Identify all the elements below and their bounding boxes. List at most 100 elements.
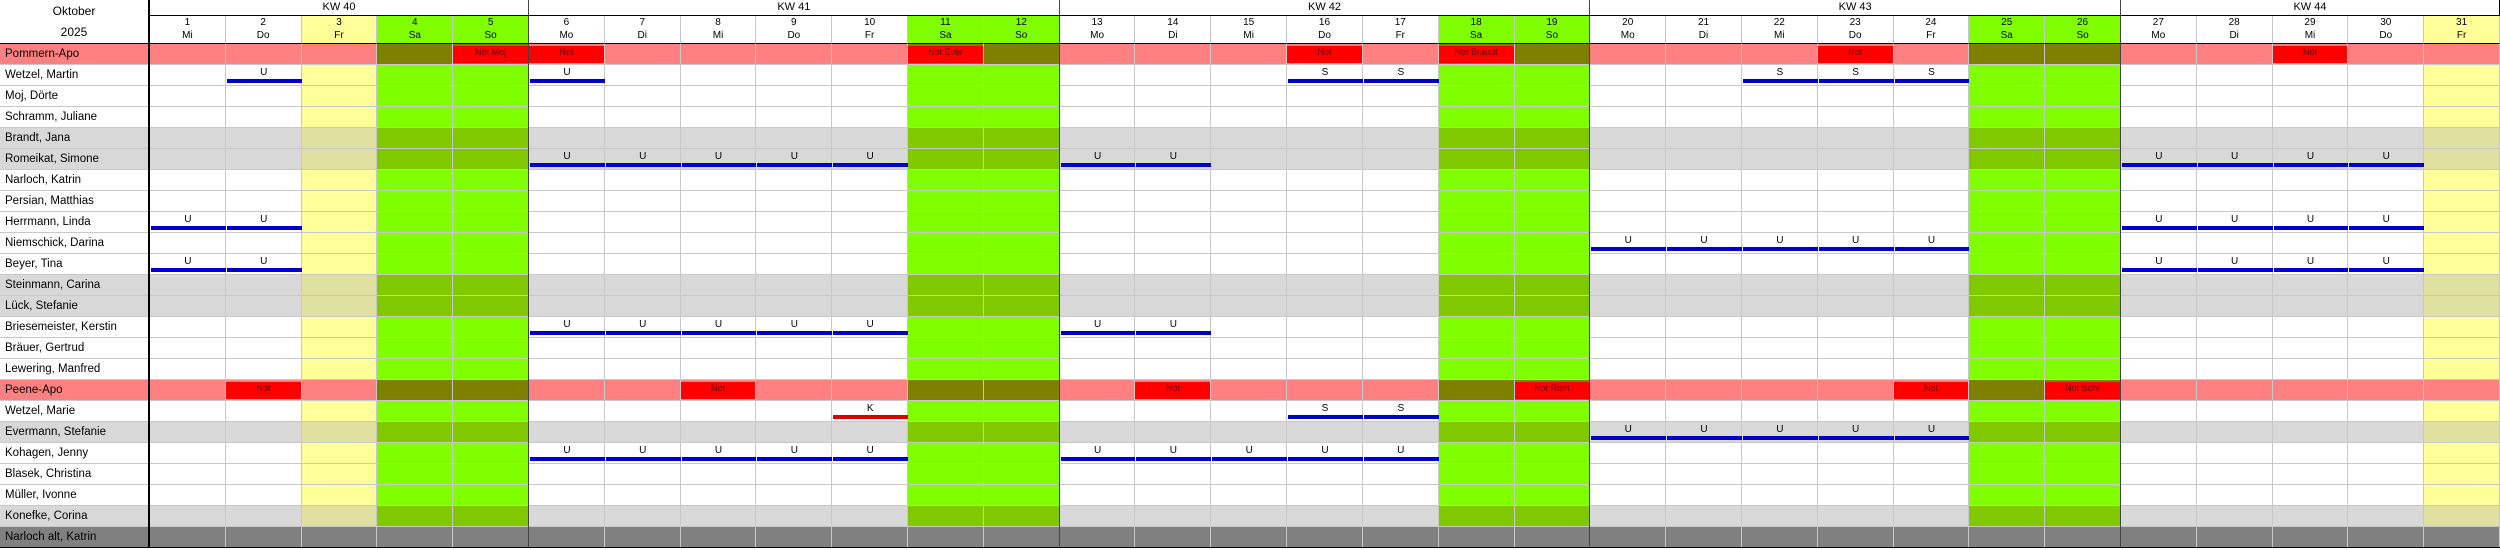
- day-cell[interactable]: [453, 401, 530, 422]
- day-cell[interactable]: [1135, 527, 1212, 548]
- day-cell[interactable]: [377, 107, 454, 128]
- day-cell[interactable]: [2196, 338, 2273, 359]
- day-cell[interactable]: [1817, 485, 1894, 506]
- day-cell[interactable]: [1741, 86, 1818, 107]
- day-cell[interactable]: [983, 485, 1060, 506]
- day-cell[interactable]: [1666, 401, 1742, 422]
- day-cell[interactable]: [2196, 233, 2273, 254]
- day-cell[interactable]: [1211, 506, 1288, 527]
- day-cell[interactable]: [2120, 275, 2197, 296]
- day-cell[interactable]: [1741, 275, 1818, 296]
- day-cell[interactable]: [301, 296, 378, 317]
- day-cell[interactable]: [1514, 65, 1591, 86]
- day-cell[interactable]: [680, 485, 757, 506]
- day-cell[interactable]: [453, 359, 530, 380]
- day-cell[interactable]: [225, 506, 302, 527]
- day-cell[interactable]: [2272, 317, 2349, 338]
- day-cell[interactable]: [1741, 191, 1818, 212]
- day-cell[interactable]: [2348, 485, 2425, 506]
- day-cell[interactable]: [908, 506, 984, 527]
- day-cell[interactable]: [1893, 527, 1970, 548]
- day-cell[interactable]: [1741, 107, 1818, 128]
- day-cell[interactable]: [2045, 485, 2121, 506]
- day-cell[interactable]: [2045, 212, 2121, 233]
- day-cell[interactable]: [1893, 485, 1970, 506]
- day-cell[interactable]: [377, 380, 454, 401]
- day-cell[interactable]: [1666, 359, 1742, 380]
- day-cell[interactable]: [832, 128, 909, 149]
- day-cell[interactable]: [1287, 296, 1363, 317]
- day-cell[interactable]: [1438, 464, 1515, 485]
- day-cell[interactable]: [1590, 86, 1667, 107]
- day-cell[interactable]: [983, 338, 1060, 359]
- day-cell[interactable]: [377, 422, 454, 443]
- day-cell[interactable]: [983, 380, 1060, 401]
- day-cell[interactable]: [453, 149, 530, 170]
- day-cell[interactable]: [1893, 464, 1970, 485]
- day-cell[interactable]: [756, 359, 833, 380]
- day-cell[interactable]: [604, 338, 681, 359]
- day-cell[interactable]: [2196, 44, 2273, 65]
- day-cell[interactable]: [2272, 275, 2349, 296]
- day-cell[interactable]: [377, 506, 454, 527]
- day-cell[interactable]: [1362, 44, 1439, 65]
- day-cell[interactable]: [377, 359, 454, 380]
- day-cell[interactable]: [1817, 359, 1894, 380]
- day-cell[interactable]: [832, 296, 909, 317]
- day-cell[interactable]: [1514, 107, 1591, 128]
- day-cell[interactable]: [529, 233, 605, 254]
- day-cell[interactable]: [529, 296, 605, 317]
- day-cell[interactable]: [908, 380, 984, 401]
- day-cell[interactable]: [150, 233, 226, 254]
- day-cell[interactable]: [1362, 317, 1439, 338]
- day-cell[interactable]: [1590, 464, 1667, 485]
- day-cell[interactable]: [604, 401, 681, 422]
- day-cell[interactable]: [225, 275, 302, 296]
- day-cell[interactable]: [2424, 464, 2500, 485]
- day-cell[interactable]: [301, 443, 378, 464]
- day-cell[interactable]: [2196, 86, 2273, 107]
- day-cell[interactable]: [1590, 443, 1667, 464]
- day-cell[interactable]: [1287, 107, 1363, 128]
- day-cell[interactable]: [908, 275, 984, 296]
- day-cell[interactable]: [1969, 443, 2046, 464]
- day-cell[interactable]: [983, 443, 1060, 464]
- day-cell[interactable]: [2120, 527, 2197, 548]
- day-cell[interactable]: [1211, 359, 1288, 380]
- day-cell[interactable]: [529, 422, 605, 443]
- day-cell[interactable]: [1362, 506, 1439, 527]
- day-cell[interactable]: [2045, 527, 2121, 548]
- day-cell[interactable]: [908, 338, 984, 359]
- day-cell[interactable]: [2272, 86, 2349, 107]
- day-cell[interactable]: [983, 254, 1060, 275]
- day-cell[interactable]: [2196, 65, 2273, 86]
- day-cell[interactable]: [2045, 107, 2121, 128]
- day-cell[interactable]: [1438, 212, 1515, 233]
- day-cell[interactable]: [983, 422, 1060, 443]
- day-cell[interactable]: [1741, 401, 1818, 422]
- day-cell[interactable]: [1969, 317, 2046, 338]
- day-cell[interactable]: [1135, 359, 1212, 380]
- day-cell[interactable]: [1362, 485, 1439, 506]
- day-cell[interactable]: [908, 170, 984, 191]
- day-cell[interactable]: [1362, 191, 1439, 212]
- day-cell[interactable]: [1969, 380, 2046, 401]
- day-cell[interactable]: [529, 86, 605, 107]
- day-cell[interactable]: [1514, 338, 1591, 359]
- day-cell[interactable]: [983, 65, 1060, 86]
- day-cell[interactable]: [604, 191, 681, 212]
- day-cell[interactable]: [1135, 254, 1212, 275]
- day-cell[interactable]: [756, 506, 833, 527]
- day-cell[interactable]: [1135, 401, 1212, 422]
- day-cell[interactable]: [301, 233, 378, 254]
- day-cell[interactable]: [1893, 170, 1970, 191]
- day-cell[interactable]: [301, 86, 378, 107]
- day-cell[interactable]: [1135, 86, 1212, 107]
- day-cell[interactable]: [1514, 44, 1591, 65]
- day-cell[interactable]: [604, 254, 681, 275]
- day-cell[interactable]: [2120, 191, 2197, 212]
- day-cell[interactable]: [1969, 506, 2046, 527]
- day-cell[interactable]: [2120, 86, 2197, 107]
- day-cell[interactable]: [1893, 149, 1970, 170]
- day-cell[interactable]: [1741, 296, 1818, 317]
